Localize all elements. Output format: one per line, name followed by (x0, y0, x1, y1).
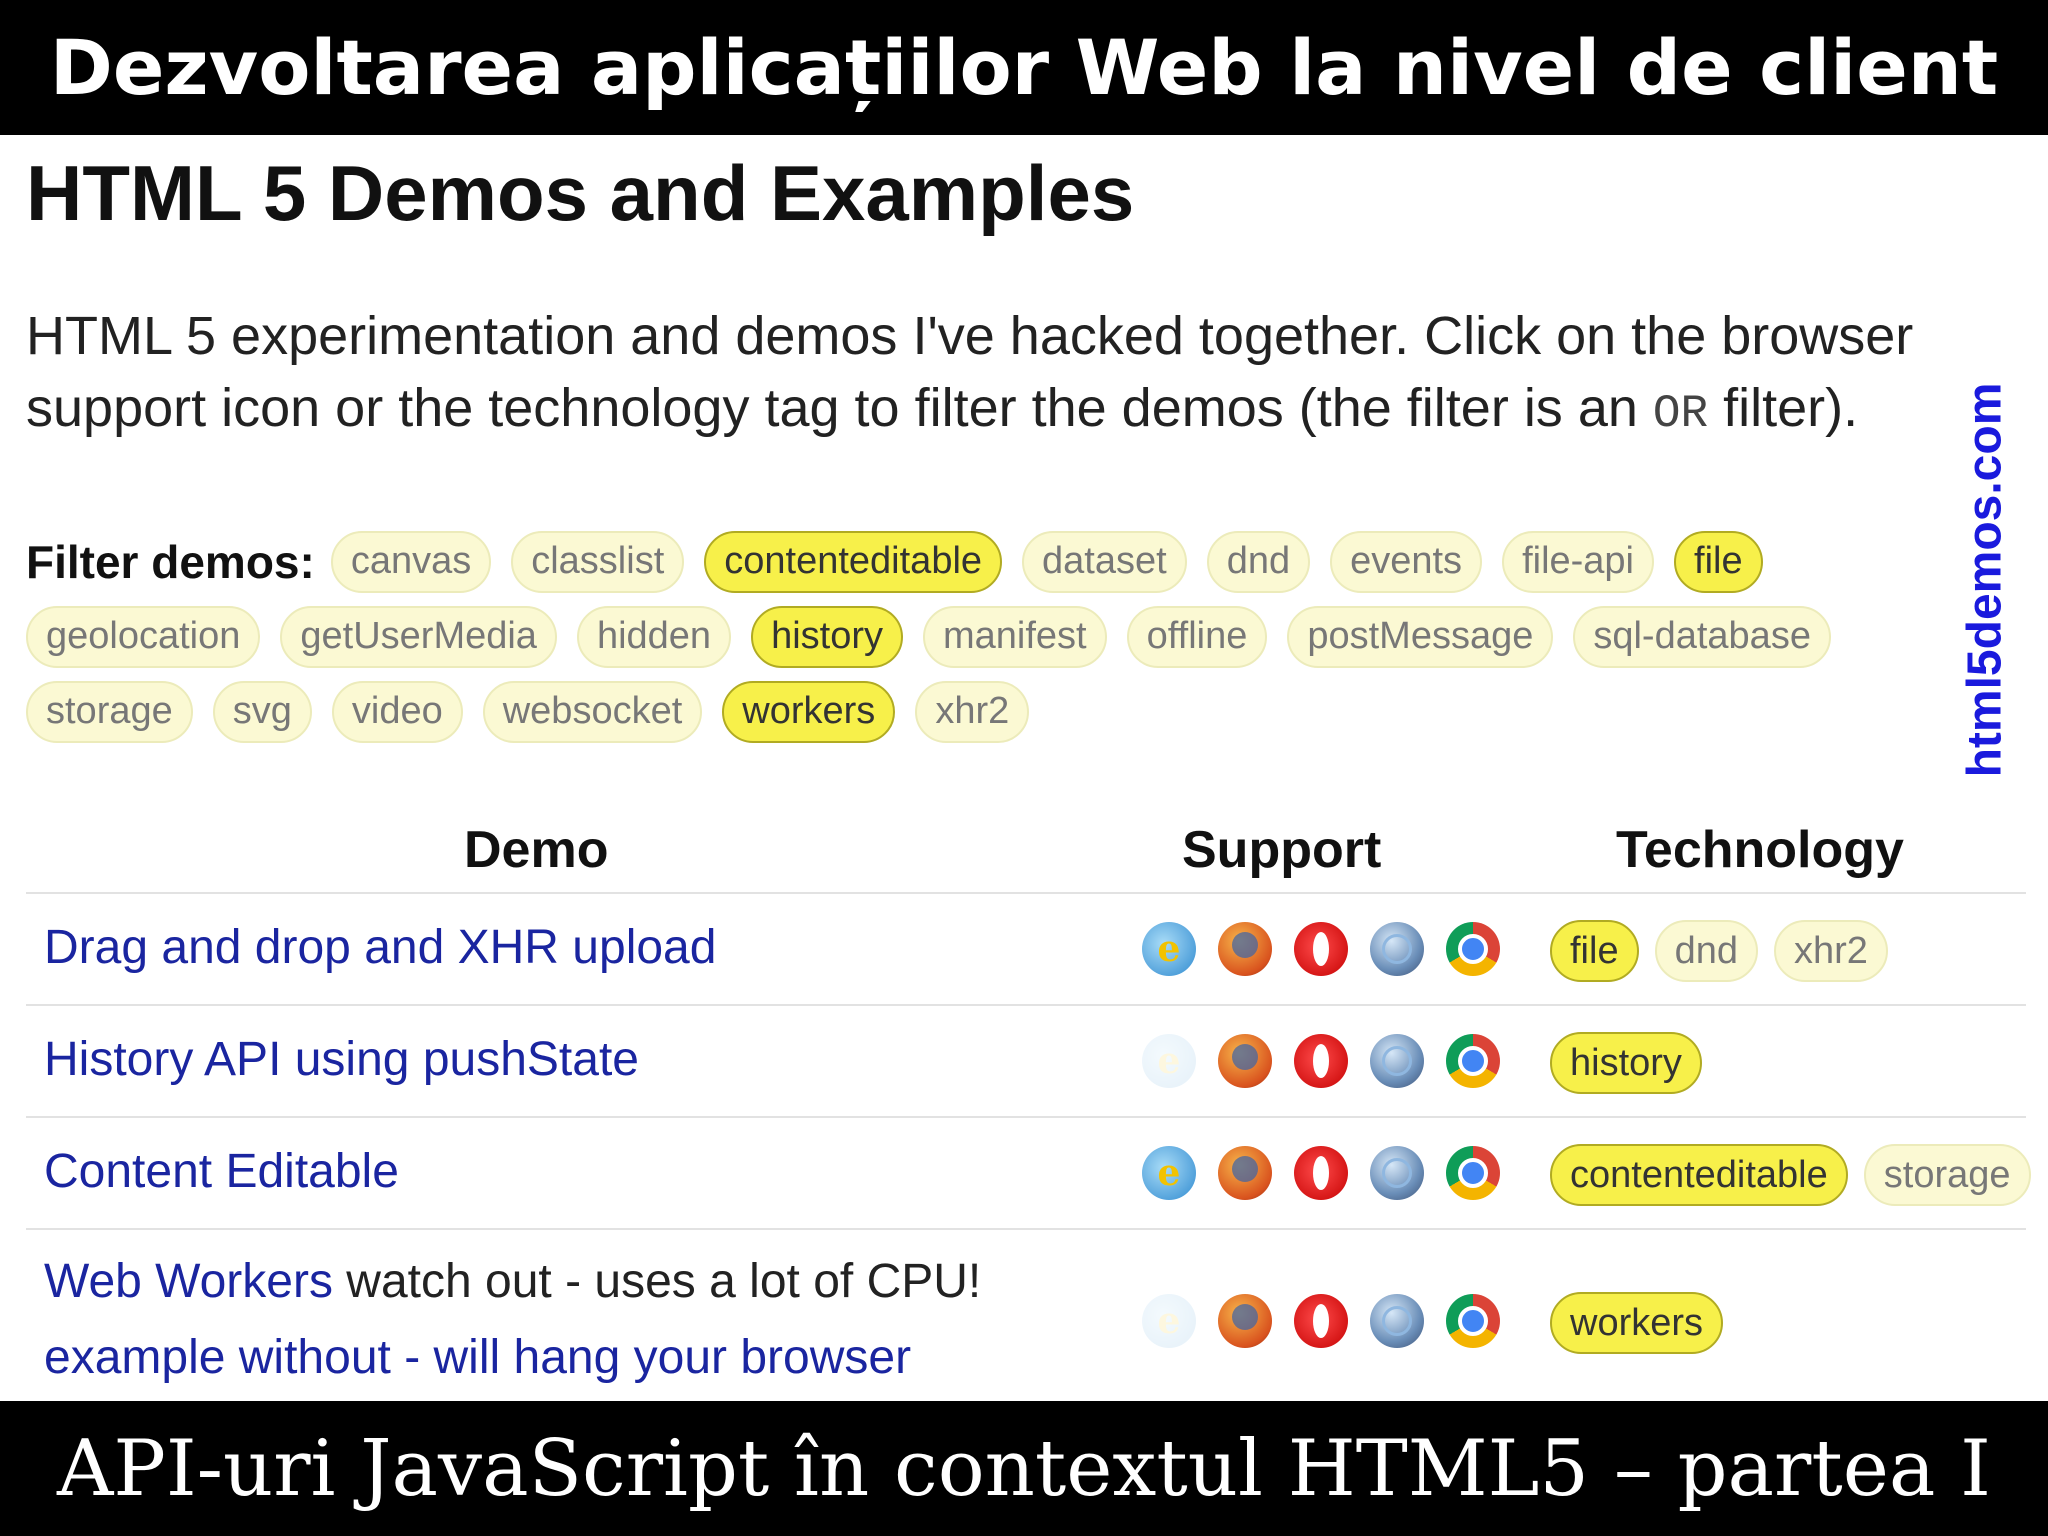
filter-tag[interactable]: postMessage (1287, 605, 1554, 668)
filter-label: Filter demos: (26, 535, 315, 588)
filter-row-1: Filter demos: canvas classlist contented… (26, 524, 1926, 599)
chrome-icon[interactable] (1446, 1146, 1500, 1200)
intro-paragraph: HTML 5 experimentation and demos I've ha… (26, 300, 2036, 450)
table-row: Drag and drop and XHR upload e file dnd … (26, 896, 2026, 1006)
browser-support: e (1142, 922, 1522, 976)
filter-tag[interactable]: sql-database (1573, 605, 1831, 668)
opera-icon[interactable] (1294, 1146, 1348, 1200)
ie-icon[interactable]: e (1142, 1034, 1196, 1088)
tech-tag[interactable]: file (1550, 920, 1639, 982)
intro-text-end: filter). (1708, 378, 1859, 438)
filter-tag[interactable]: offline (1126, 605, 1268, 668)
safari-icon[interactable] (1370, 922, 1424, 976)
intro-code: OR (1652, 388, 1709, 440)
filter-tag[interactable]: xhr2 (915, 680, 1030, 743)
safari-icon[interactable] (1370, 1034, 1424, 1088)
tech-tags: file dnd xhr2 (1550, 920, 1904, 982)
opera-icon[interactable] (1294, 1294, 1348, 1348)
ie-icon[interactable]: e (1142, 922, 1196, 976)
filter-demos: Filter demos: canvas classlist contented… (26, 524, 1926, 749)
filter-tag[interactable]: hidden (576, 605, 732, 668)
firefox-icon[interactable] (1218, 922, 1272, 976)
page-title: HTML 5 Demos and Examples (26, 149, 1135, 237)
browser-support: e (1142, 1034, 1522, 1088)
safari-icon[interactable] (1370, 1294, 1424, 1348)
filter-tag[interactable]: dataset (1022, 530, 1187, 593)
demo-link[interactable]: Web Workers (44, 1255, 333, 1308)
filter-tag[interactable]: canvas (330, 530, 492, 593)
filter-tag[interactable]: history (751, 605, 903, 668)
filter-tag[interactable]: workers (722, 680, 896, 743)
ie-icon[interactable]: e (1142, 1294, 1196, 1348)
chrome-icon[interactable] (1446, 1034, 1500, 1088)
tech-tag[interactable]: storage (1863, 1144, 2031, 1206)
tech-tag[interactable]: history (1550, 1032, 1702, 1094)
filter-tag[interactable]: geolocation (26, 605, 261, 668)
firefox-icon[interactable] (1218, 1034, 1272, 1088)
filter-tag[interactable]: getUserMedia (280, 605, 557, 668)
chrome-icon[interactable] (1446, 1294, 1500, 1348)
demo-link[interactable]: Content Editable (44, 1144, 399, 1199)
demo-link[interactable]: Drag and drop and XHR upload (44, 920, 716, 975)
demo-line-1: Web Workers watch out - uses a lot of CP… (44, 1254, 981, 1309)
opera-icon[interactable] (1294, 1034, 1348, 1088)
filter-tag[interactable]: events (1330, 530, 1483, 593)
ie-icon[interactable]: e (1142, 1146, 1196, 1200)
browser-support: e (1142, 1146, 1522, 1200)
column-support: Support (1182, 821, 1382, 879)
filter-row-2: geolocation getUserMedia hidden history … (26, 599, 1926, 674)
filter-tag[interactable]: classlist (511, 530, 685, 593)
tech-tag[interactable]: contenteditable (1550, 1144, 1848, 1206)
browser-support: e (1142, 1294, 1522, 1348)
tech-tag[interactable]: dnd (1654, 920, 1758, 982)
banner-bottom-text: API-uri JavaScript în contextul HTML5 – … (57, 1423, 1991, 1514)
filter-tag[interactable]: file-api (1502, 530, 1655, 593)
safari-icon[interactable] (1370, 1146, 1424, 1200)
firefox-icon[interactable] (1218, 1294, 1272, 1348)
top-banner: Dezvoltarea aplicațiilor Web la nivel de… (0, 0, 2048, 135)
filter-tag[interactable]: storage (26, 680, 193, 743)
chrome-icon[interactable] (1446, 922, 1500, 976)
demos-table-header: Demo Support Technology (26, 820, 2026, 894)
filter-tag[interactable]: dnd (1206, 530, 1311, 593)
filter-tag[interactable]: websocket (482, 680, 703, 743)
filter-tag[interactable]: contenteditable (704, 530, 1003, 593)
demo-note: watch out - uses a lot of CPU! (332, 1255, 982, 1308)
column-demo: Demo (464, 821, 609, 879)
table-row: History API using pushState e history (26, 1006, 2026, 1118)
filter-tag[interactable]: file (1674, 530, 1763, 593)
demo-link[interactable]: History API using pushState (44, 1032, 639, 1087)
bottom-banner: API-uri JavaScript în contextul HTML5 – … (0, 1401, 2048, 1536)
opera-icon[interactable] (1294, 922, 1348, 976)
tech-tags: workers (1550, 1292, 1739, 1354)
tech-tag[interactable]: xhr2 (1773, 920, 1888, 982)
filter-tag[interactable]: svg (212, 680, 312, 743)
filter-tag[interactable]: manifest (923, 605, 1107, 668)
banner-top-text: Dezvoltarea aplicațiilor Web la nivel de… (49, 23, 1999, 112)
tech-tags: contenteditable storage (1550, 1144, 2047, 1206)
side-url: html5demos.com (1958, 382, 2012, 778)
tech-tag[interactable]: workers (1550, 1292, 1724, 1354)
table-row: Web Workers watch out - uses a lot of CP… (26, 1230, 2026, 1400)
demo-link-secondary[interactable]: example without - will hang your browser (44, 1330, 911, 1385)
firefox-icon[interactable] (1218, 1146, 1272, 1200)
filter-row-3: storage svg video websocket workers xhr2 (26, 674, 1926, 749)
tech-tags: history (1550, 1032, 1718, 1094)
intro-text: HTML 5 experimentation and demos I've ha… (26, 306, 1914, 438)
table-row: Content Editable e contenteditable stora… (26, 1118, 2031, 1230)
column-technology: Technology (1616, 821, 1904, 879)
filter-tag[interactable]: video (331, 680, 463, 743)
